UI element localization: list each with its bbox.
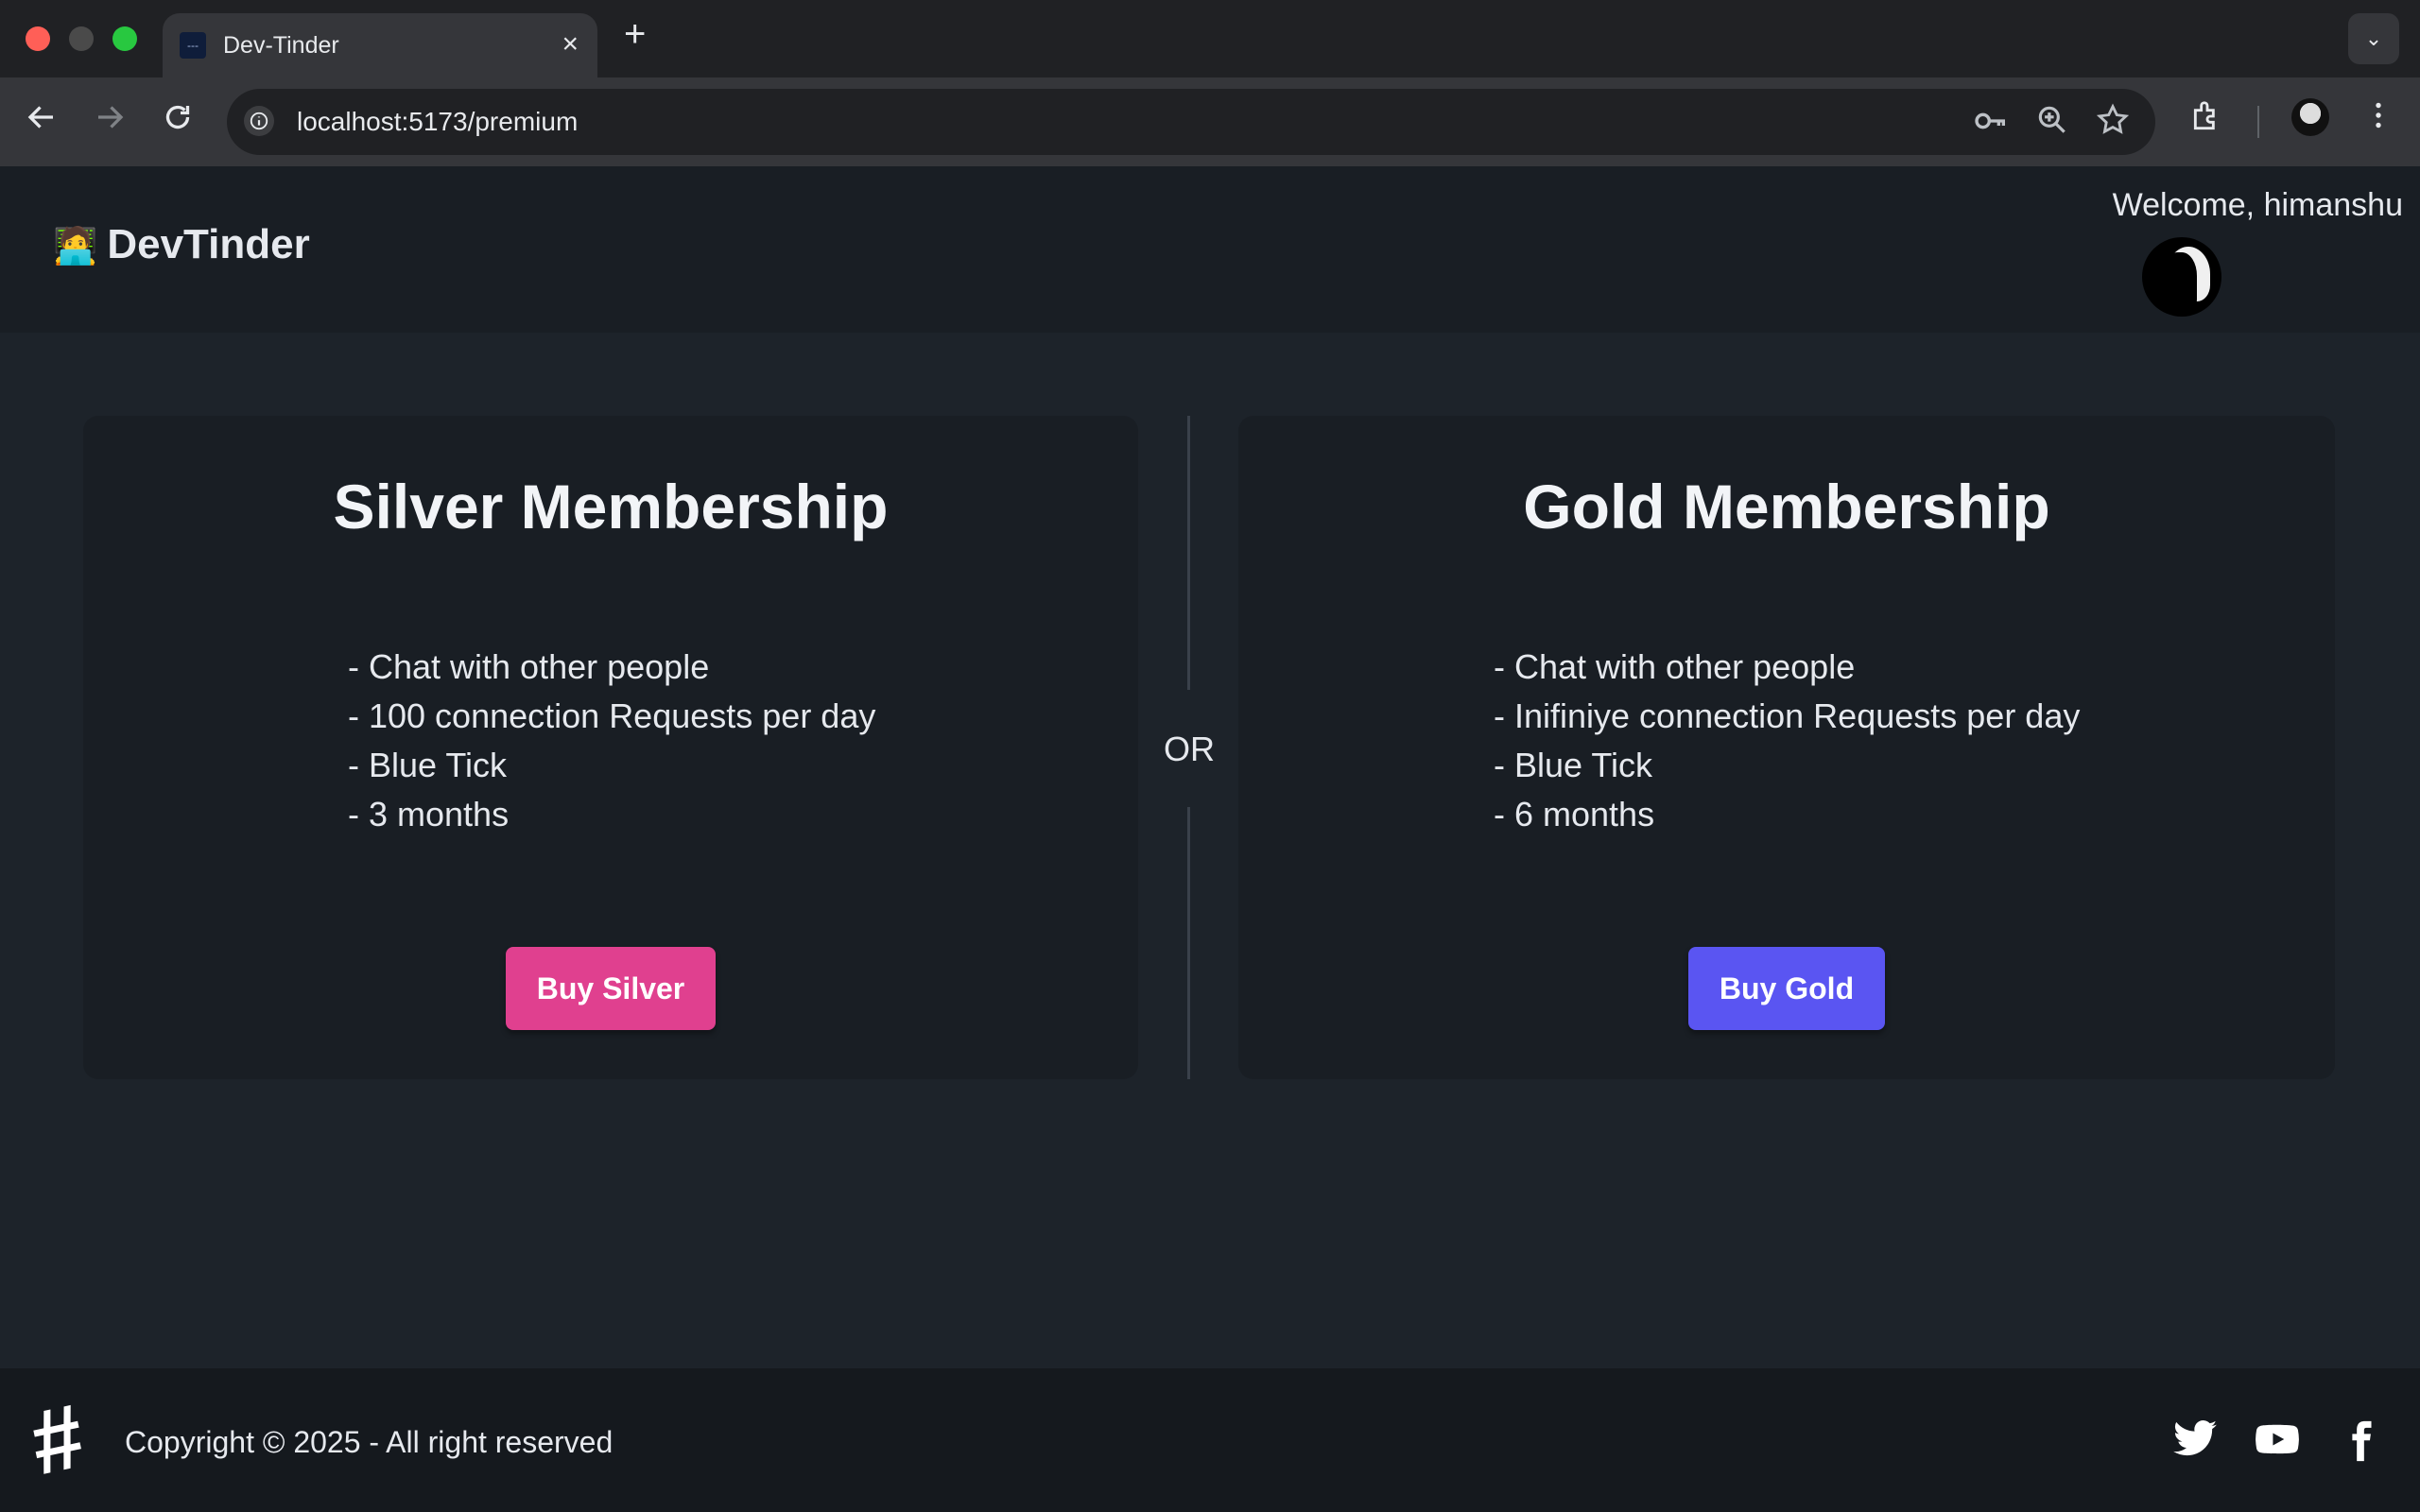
- brand-name: DevTinder: [107, 221, 310, 267]
- chevron-down-icon: ⌄: [2364, 26, 2383, 50]
- zoom-icon[interactable]: [2034, 102, 2070, 146]
- new-tab-icon[interactable]: +: [624, 13, 646, 56]
- list-item: - Blue Tick: [348, 746, 508, 784]
- gold-features-list: - Chat with other people - Inifiniye con…: [1494, 643, 2080, 839]
- profile-avatar[interactable]: [2291, 98, 2329, 136]
- silver-features-list: - Chat with other people - 100 connectio…: [348, 643, 875, 839]
- maximize-window-button[interactable]: [112, 26, 137, 51]
- list-item: - 3 months: [348, 795, 510, 833]
- welcome-text: Welcome, himanshu: [2112, 187, 2403, 223]
- app-navbar: 🧑‍💻 DevTinder Welcome, himanshu: [0, 166, 2420, 333]
- browser-tab[interactable]: --- Dev-Tinder ×: [163, 13, 597, 77]
- browser-toolbar: localhost:5173/premium: [0, 77, 2420, 166]
- star-icon[interactable]: [2095, 102, 2131, 146]
- reload-icon[interactable]: [161, 100, 195, 143]
- list-item: - Inifiniye connection Requests per day: [1494, 696, 2081, 735]
- divider-line: [1187, 416, 1190, 690]
- premium-page: Silver Membership - Chat with other peop…: [0, 333, 2420, 1368]
- avatar-silhouette: [2159, 252, 2197, 311]
- list-item: - Blue Tick: [1494, 746, 1653, 784]
- copyright-text: Copyright © 2025 - All right reserved: [125, 1425, 614, 1459]
- toolbar-separator: [2257, 106, 2259, 138]
- silver-plan-title: Silver Membership: [333, 472, 889, 541]
- url-text[interactable]: localhost:5173/premium: [297, 107, 578, 137]
- minimize-window-button[interactable]: [69, 26, 94, 51]
- close-tab-icon[interactable]: ×: [562, 28, 579, 60]
- buy-silver-button[interactable]: Buy Silver: [506, 947, 716, 1030]
- close-window-button[interactable]: [26, 26, 50, 51]
- forward-arrow-icon[interactable]: [93, 100, 127, 143]
- buy-gold-button[interactable]: Buy Gold: [1688, 947, 1885, 1030]
- tab-search-button[interactable]: ⌄: [2348, 13, 2399, 64]
- list-item: - Chat with other people: [348, 647, 710, 686]
- address-bar[interactable]: localhost:5173/premium: [227, 89, 2155, 155]
- back-arrow-icon[interactable]: [25, 100, 59, 143]
- twitter-icon[interactable]: [2169, 1416, 2221, 1468]
- gold-plan-card: Gold Membership - Chat with other people…: [1238, 416, 2335, 1079]
- list-item: - 6 months: [1494, 795, 1655, 833]
- list-item: - Chat with other people: [1494, 647, 1856, 686]
- developer-emoji-icon: 🧑‍💻: [53, 227, 98, 266]
- facebook-icon[interactable]: [2339, 1416, 2382, 1471]
- hashtag-logo-icon: #: [22, 1384, 93, 1495]
- key-icon[interactable]: [1972, 102, 2010, 148]
- site-info-icon[interactable]: [244, 106, 274, 136]
- tab-title: Dev-Tinder: [223, 32, 339, 59]
- user-avatar[interactable]: [2142, 237, 2221, 317]
- divider-or-text: OR: [1164, 730, 1215, 768]
- browser-tab-strip: --- Dev-Tinder × + ⌄: [0, 0, 2420, 77]
- youtube-icon[interactable]: [2250, 1416, 2305, 1468]
- favicon-icon: ---: [180, 32, 206, 59]
- list-item: - 100 connection Requests per day: [348, 696, 876, 735]
- divider-line: [1187, 807, 1190, 1079]
- gold-plan-title: Gold Membership: [1523, 472, 2050, 541]
- brand-link[interactable]: 🧑‍💻 DevTinder: [53, 221, 310, 268]
- extensions-icon[interactable]: [2189, 98, 2225, 143]
- silver-plan-card: Silver Membership - Chat with other peop…: [83, 416, 1138, 1079]
- more-vert-icon[interactable]: [2361, 98, 2395, 141]
- page-footer: # Copyright © 2025 - All right reserved: [0, 1368, 2420, 1512]
